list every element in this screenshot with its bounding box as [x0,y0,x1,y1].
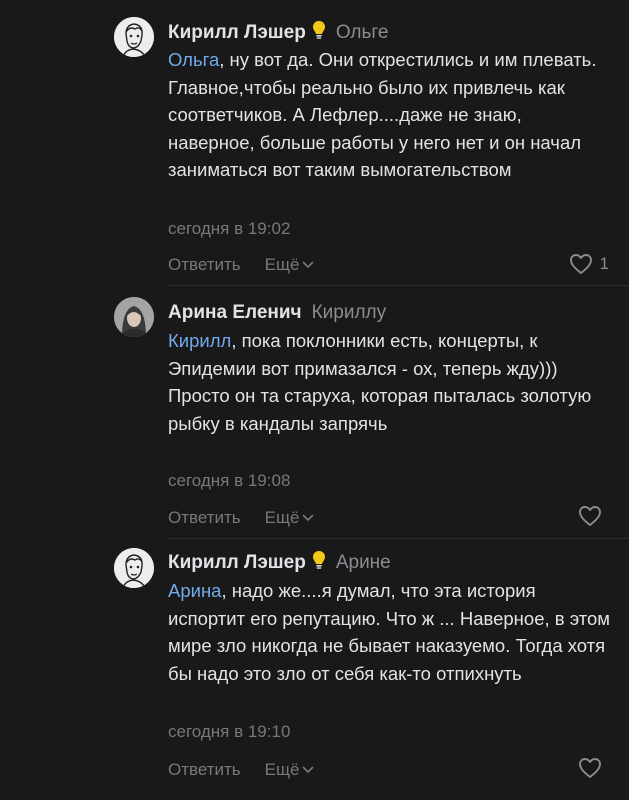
comment-body: , надо же....я думал, что эта история ис… [168,580,611,684]
heart-icon [569,253,593,275]
heart-icon [578,505,602,527]
lightbulb-icon [312,550,326,580]
comment-divider [168,538,629,539]
reply-to-name[interactable]: Кириллу [312,302,387,323]
comment-actions: Ответить Ещё [168,252,314,277]
reply-button[interactable]: Ответить [168,760,241,779]
comment-thread: Кирилл Лэшер Ольге Ольга, ну вот да. Они … [0,0,629,800]
like-button[interactable]: 1 [569,251,609,277]
reply-to-name[interactable]: Ольге [336,22,389,43]
like-button[interactable] [578,503,609,529]
chevron-down-icon [302,757,314,781]
mention-link[interactable]: Ольга [168,49,219,70]
like-button[interactable] [578,755,609,781]
avatar[interactable] [114,17,154,57]
chevron-down-icon [302,505,314,529]
comment-text: Кирилл, пока поклонники есть, концерты, … [168,327,613,437]
reply-button[interactable]: Ответить [168,508,241,527]
like-count: 1 [599,254,609,273]
chevron-down-icon [302,252,314,276]
comment-header: Арина Еленич Кириллу [168,298,386,328]
comment-timestamp[interactable]: сегодня в 19:08 [168,469,290,493]
author-name[interactable]: Кирилл Лэшер [168,552,306,573]
comment-body: , ну вот да. Они открестились и им плева… [168,49,597,180]
comment-text: Арина, надо же....я думал, что эта истор… [168,577,613,687]
comment-text: Ольга, ну вот да. Они открестились и им … [168,46,613,184]
avatar[interactable] [114,297,154,337]
comment-timestamp[interactable]: сегодня в 19:10 [168,720,290,744]
more-label: Ещё [264,508,300,527]
reply-button[interactable]: Ответить [168,255,241,274]
author-name[interactable]: Арина Еленич [168,302,302,323]
comment-actions: Ответить Ещё [168,505,314,530]
reply-to-name[interactable]: Арине [336,552,391,573]
photo-avatar-image [114,297,154,337]
comment-divider [168,285,629,286]
comment-header: Кирилл Лэшер Ольге [168,18,388,48]
heart-icon [578,757,602,779]
more-button[interactable]: Ещё [265,508,315,527]
comment-actions: Ответить Ещё [168,757,314,782]
comment-timestamp[interactable]: сегодня в 19:02 [168,217,290,241]
comment-body: , пока поклонники есть, концерты, к Эпид… [168,330,592,434]
more-label: Ещё [264,760,300,779]
sketch-avatar-image [114,17,154,57]
more-button[interactable]: Ещё [265,255,315,274]
avatar[interactable] [114,548,154,588]
comment-header: Кирилл Лэшер Арине [168,548,391,578]
mention-link[interactable]: Кирилл [168,330,231,351]
mention-link[interactable]: Арина [168,580,221,601]
more-label: Ещё [264,255,300,274]
sketch-avatar-image [114,548,154,588]
more-button[interactable]: Ещё [265,760,315,779]
author-name[interactable]: Кирилл Лэшер [168,22,306,43]
